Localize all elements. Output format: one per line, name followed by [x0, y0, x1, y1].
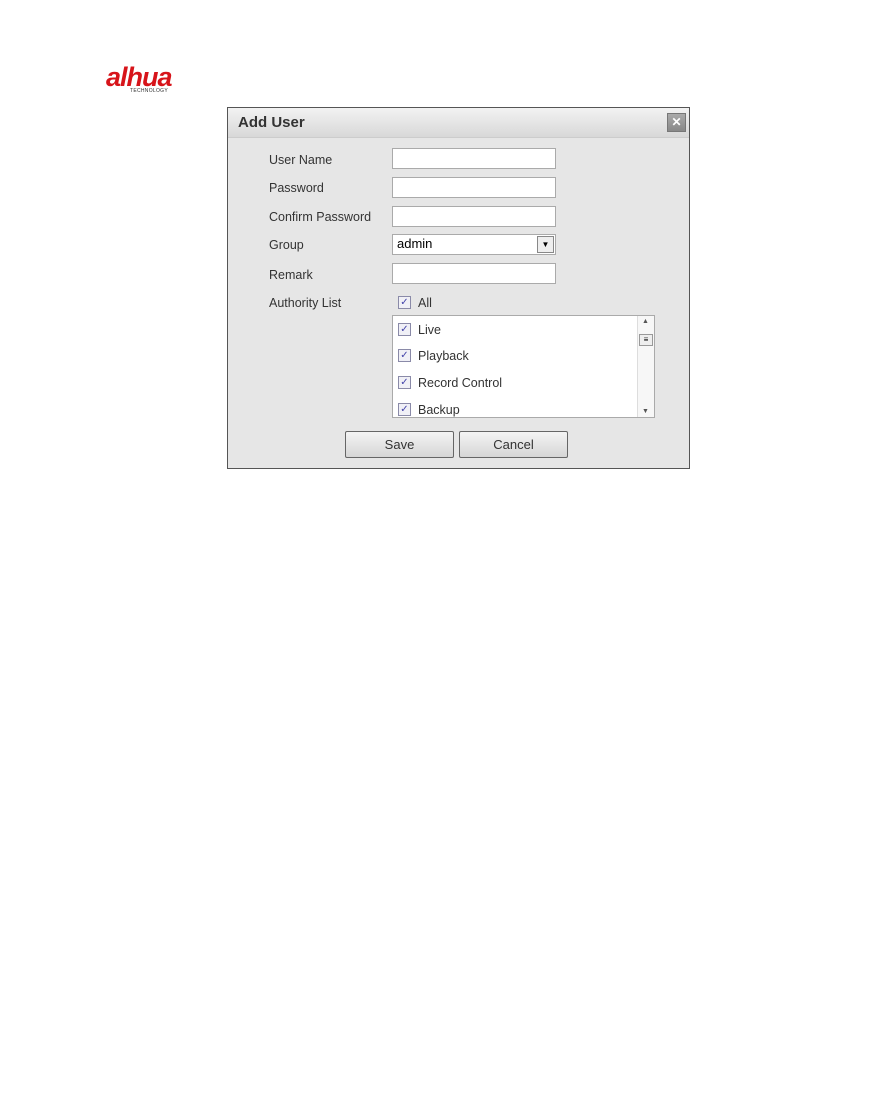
all-checkbox[interactable]: ✓ All — [398, 295, 432, 310]
checkbox-checked-icon[interactable]: ✓ — [398, 349, 411, 363]
password-input[interactable] — [392, 177, 556, 198]
close-icon[interactable]: ✕ — [667, 113, 686, 132]
scroll-thumb[interactable]: ≡ — [639, 334, 653, 346]
scroll-down-icon[interactable]: ▼ — [642, 408, 649, 415]
all-label: All — [418, 295, 432, 310]
group-select[interactable]: admin ▼ — [392, 234, 556, 255]
authority-label: Live — [418, 322, 441, 337]
confirm-password-input[interactable] — [392, 206, 556, 227]
dialog-title-bar: Add User ✕ — [228, 108, 689, 138]
chevron-down-icon[interactable]: ▼ — [537, 236, 554, 253]
group-label: Group — [269, 238, 304, 252]
authority-item-playback[interactable]: ✓ Playback — [398, 348, 469, 363]
authority-item-live[interactable]: ✓ Live — [398, 322, 441, 337]
add-user-dialog: Add User ✕ User Name Password Confirm Pa… — [227, 107, 690, 469]
remark-input[interactable] — [392, 263, 556, 284]
checkbox-checked-icon[interactable]: ✓ — [398, 323, 411, 337]
group-value: admin — [397, 236, 433, 251]
dialog-title: Add User — [238, 114, 305, 131]
cancel-button[interactable]: Cancel — [459, 431, 568, 458]
checkbox-checked-icon[interactable]: ✓ — [398, 403, 411, 417]
authority-label: Playback — [418, 348, 469, 363]
authority-label: Backup — [418, 402, 460, 417]
logo-tagline: TECHNOLOGY — [130, 88, 169, 94]
confirm-password-label: Confirm Password — [269, 210, 372, 224]
dahua-logo: alhua TECHNOLOGY — [106, 62, 196, 96]
remark-label: Remark — [269, 268, 313, 282]
authority-label: Record Control — [418, 375, 503, 390]
authority-list-label: Authority List — [269, 296, 342, 310]
password-label: Password — [269, 181, 324, 195]
save-button[interactable]: Save — [345, 431, 454, 458]
checkbox-checked-icon[interactable]: ✓ — [398, 296, 411, 310]
authority-item-record-control[interactable]: ✓ Record Control — [398, 375, 502, 390]
list-scrollbar[interactable]: ▲ ≡ ▼ — [637, 316, 654, 417]
user-name-input[interactable] — [392, 148, 556, 169]
scroll-up-icon[interactable]: ▲ — [642, 318, 649, 325]
authority-list: ✓ Live ✓ Playback ✓ Record Control ✓ Backup … — [392, 315, 655, 418]
checkbox-checked-icon[interactable]: ✓ — [398, 376, 411, 390]
user-name-label: User Name — [269, 153, 333, 167]
authority-item-backup[interactable]: ✓ Backup — [398, 402, 460, 417]
